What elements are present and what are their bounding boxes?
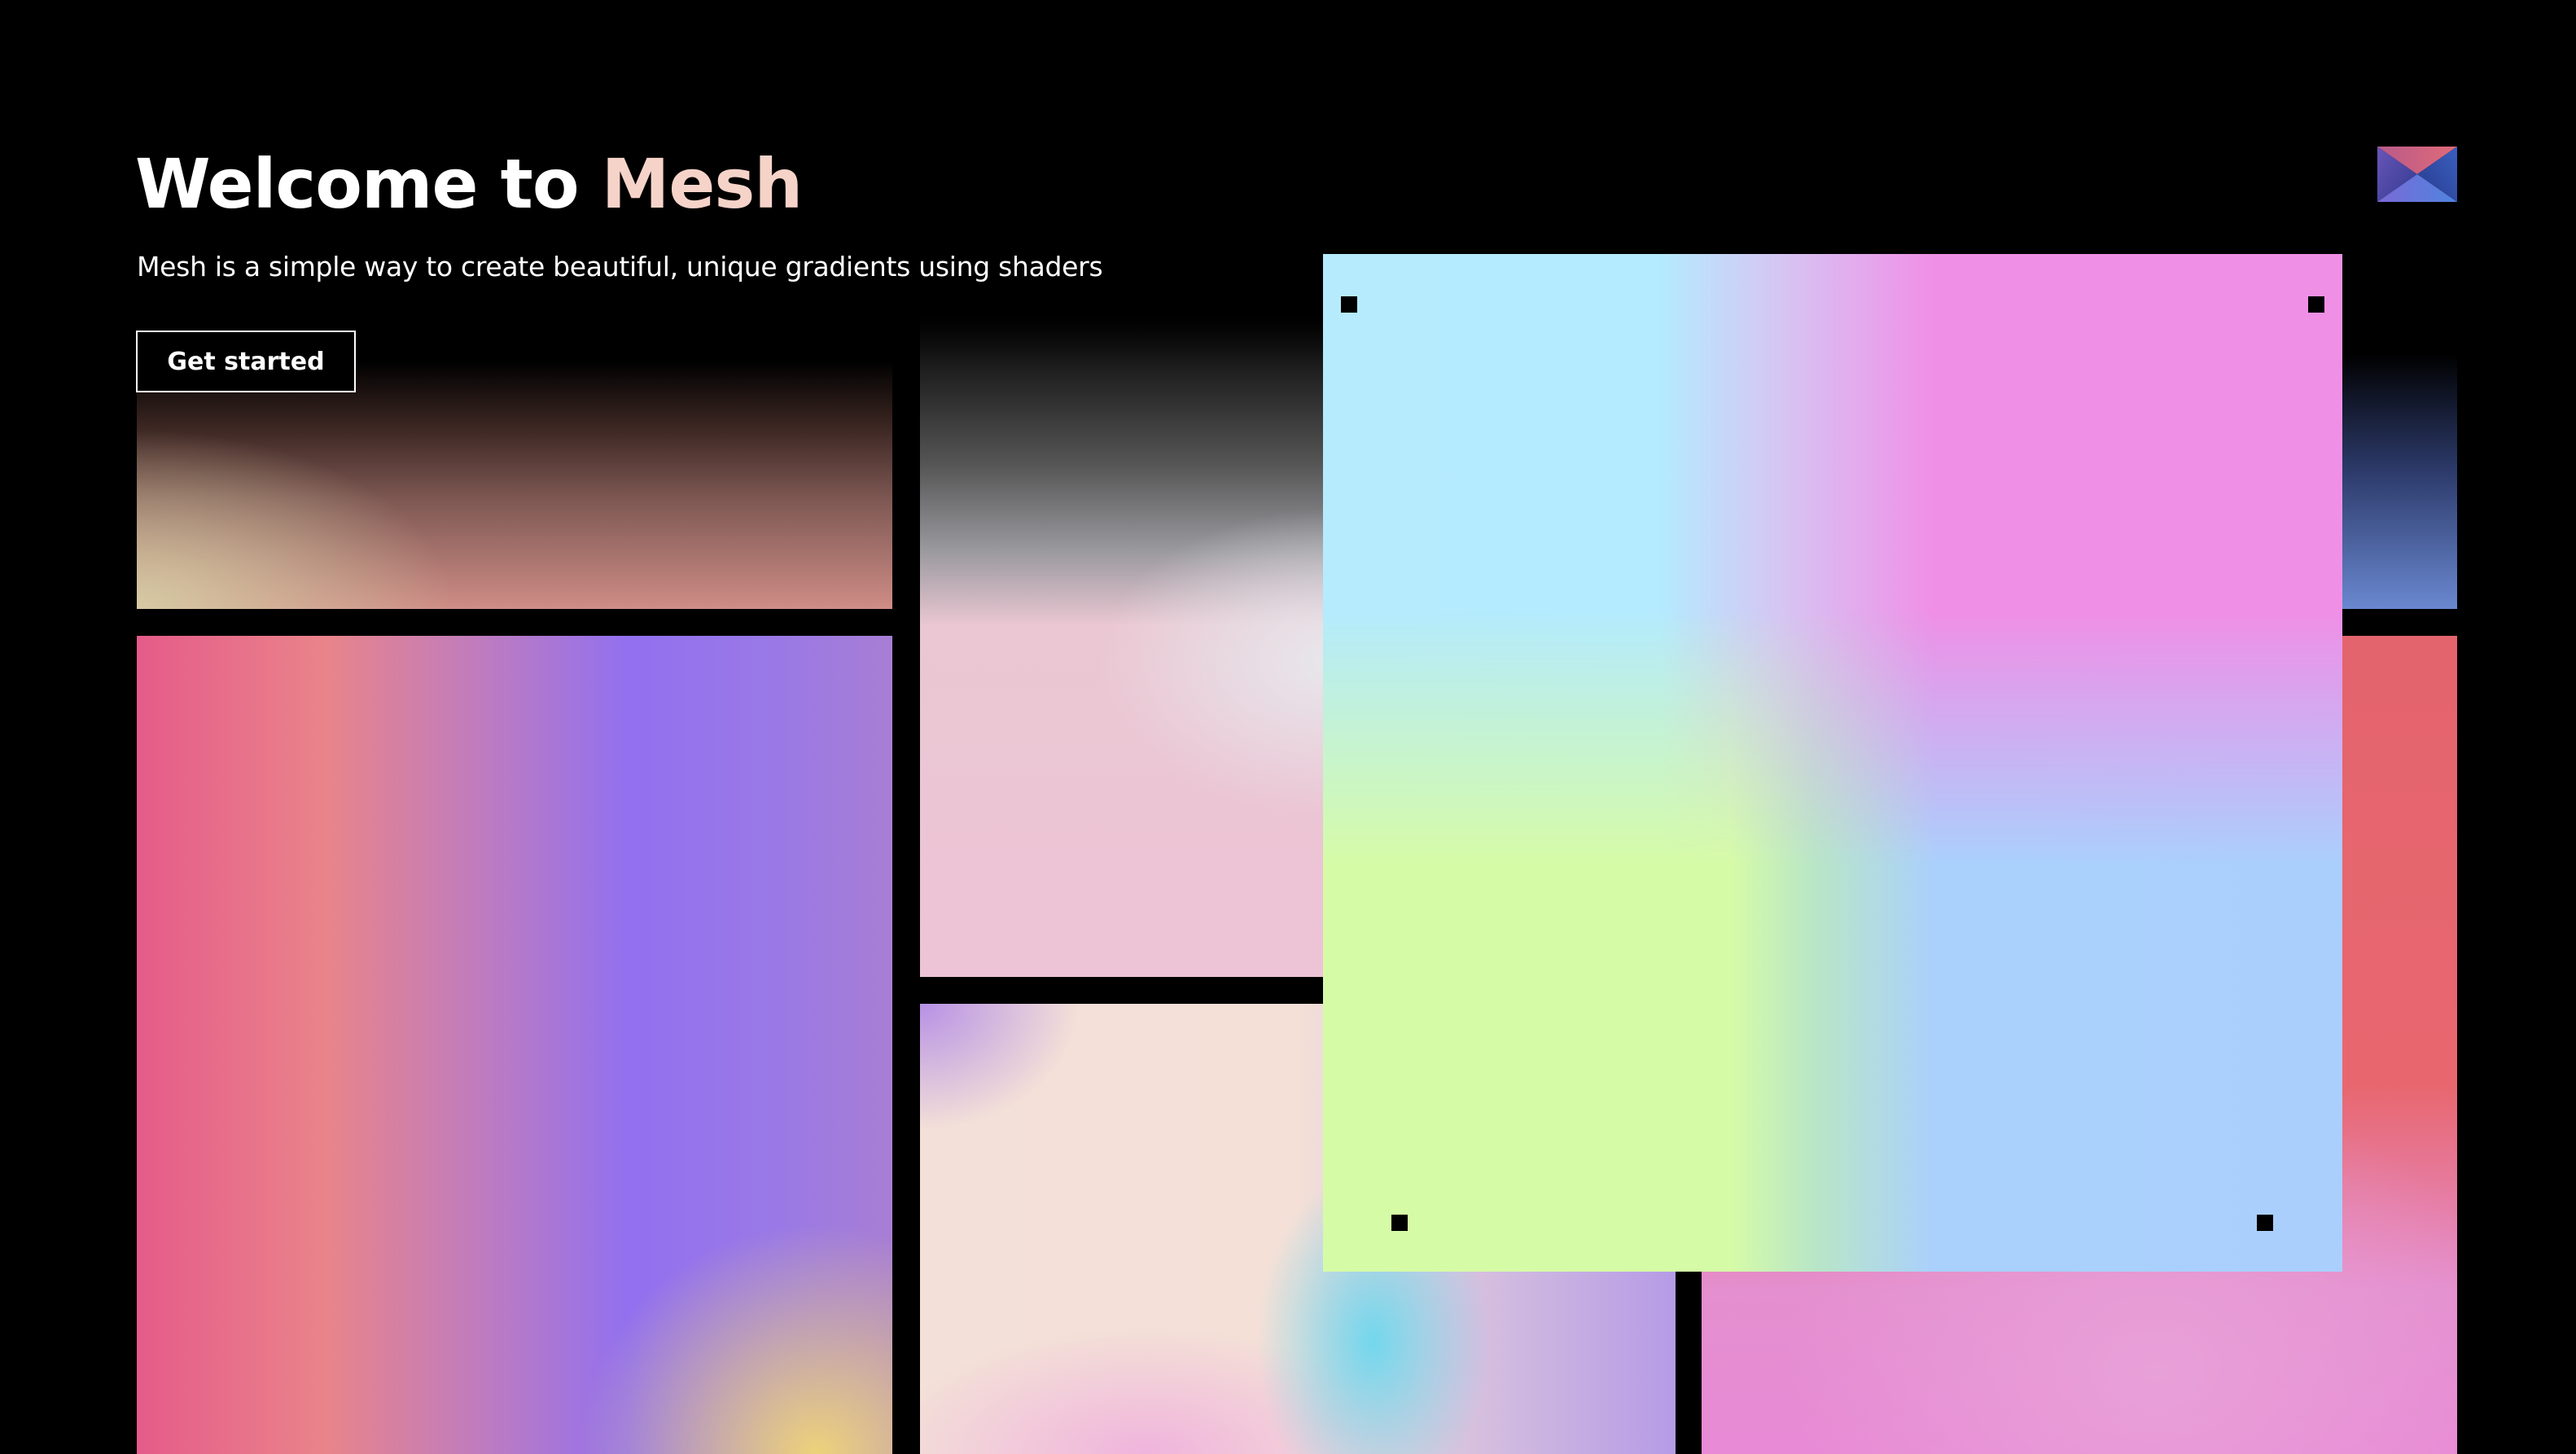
title-prefix: Welcome to bbox=[135, 144, 602, 224]
page-title: Welcome to Mesh bbox=[135, 138, 803, 230]
editor-gradient-bottom-layer bbox=[1323, 254, 2342, 1272]
get-started-button[interactable]: Get started bbox=[136, 331, 356, 392]
control-point-bottom-right[interactable] bbox=[2257, 1215, 2273, 1231]
gradient-editor-canvas[interactable] bbox=[1323, 254, 2342, 1272]
mesh-logo-icon[interactable] bbox=[2377, 147, 2457, 202]
control-point-bottom-left[interactable] bbox=[1391, 1215, 1408, 1231]
control-point-top-left[interactable] bbox=[1341, 296, 1357, 313]
gradient-tile-top-left[interactable] bbox=[137, 244, 892, 609]
page-subtitle: Mesh is a simple way to create beautiful… bbox=[137, 251, 1103, 282]
control-point-top-right[interactable] bbox=[2308, 296, 2324, 313]
title-accent: Mesh bbox=[601, 144, 803, 224]
gradient-tile-middle-left[interactable] bbox=[137, 636, 892, 1454]
